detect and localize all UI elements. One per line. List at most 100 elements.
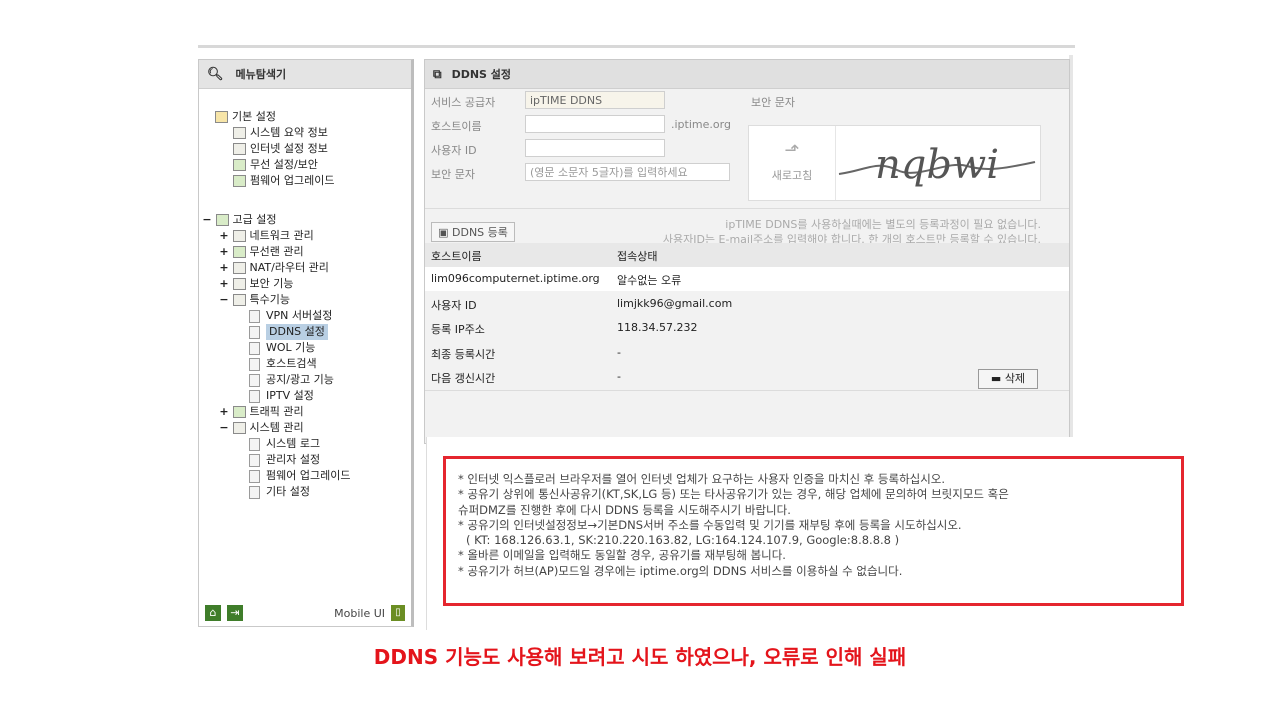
logout-icon[interactable]: ⇥ (227, 605, 243, 621)
panel-title: DDNS 설정 (451, 68, 512, 81)
home-icon[interactable]: ⌂ (205, 605, 221, 621)
slide-caption: DDNS 기능도 사용해 보려고 시도 하였으나, 오류로 인해 실패 (373, 645, 907, 669)
page-icon (249, 453, 260, 467)
tree-system-summary[interactable]: 시스템 요약 정보 (233, 125, 328, 141)
note-item: * 올바른 이메일을 입력해도 동일할 경우, 공유기를 재부팅해 봅니다. (458, 548, 786, 563)
expand-icon[interactable]: + (219, 244, 229, 260)
tree-internet-info[interactable]: 인터넷 설정 정보 (233, 141, 328, 157)
note-item: 슈퍼DMZ를 진행한 후에 다시 DDNS 등록을 시도해주시기 바랍니다. (458, 502, 791, 517)
sidebar-footer: ⌂ ⇥ Mobile UI ▯ (199, 600, 411, 626)
captcha-text: nqbwi (875, 142, 999, 188)
wifi-icon (233, 159, 246, 171)
wifi-icon (232, 246, 246, 258)
tree-admin-settings[interactable]: 관리자 설정 (249, 452, 320, 468)
detail-next-renewal: 다음 갱신시간 - (431, 370, 621, 385)
status-cell: 알수없는 오류 (617, 274, 682, 287)
tree-firmware-upgrade[interactable]: 펌웨어 업그레이드 (233, 173, 334, 189)
page-icon (249, 357, 260, 371)
network-icon (232, 230, 246, 242)
table-row[interactable]: lim096computernet.iptime.org 알수없는 오류 (425, 267, 1069, 291)
userid-input[interactable] (525, 139, 665, 157)
chart-icon (233, 127, 246, 139)
tree-system-admin[interactable]: − 시스템 관리 (219, 420, 304, 436)
panel-header: ⧉ DDNS 설정 (425, 60, 1069, 89)
security-header-label: 보안 문자 (751, 96, 795, 109)
tree-network[interactable]: + 네트워크 관리 (219, 228, 314, 244)
hostname-suffix: .iptime.org (671, 118, 731, 131)
tree-iptv[interactable]: IPTV 설정 (249, 388, 314, 404)
note-item: ( KT: 168.126.63.1, SK:210.220.163.82, L… (466, 533, 900, 548)
monitor-icon (233, 143, 246, 155)
tree-wireless-lan[interactable]: + 무선랜 관리 (219, 244, 304, 260)
special-icon (232, 294, 246, 306)
note-item: * 인터넷 익스플로러 브라우저를 열어 인터넷 업체가 요구하는 사용자 인증… (458, 472, 946, 486)
refresh-button[interactable]: ⬏ 새로고침 (749, 126, 836, 200)
page-icon (249, 325, 260, 339)
hostname-label: 호스트이름 (431, 120, 482, 133)
window-icon: ⧉ (433, 66, 442, 81)
collapse-icon[interactable]: − (219, 292, 229, 308)
lock-icon (232, 278, 246, 290)
upgrade-icon (233, 175, 246, 187)
folder-icon (215, 111, 228, 123)
tree-wireless-security[interactable]: 무선 설정/보안 (233, 157, 318, 173)
router-icon (232, 262, 246, 274)
detail-last-registered: 최종 등록시간 - (431, 346, 621, 361)
sidebar-header: 🔍︎ 메뉴탐색기 (199, 60, 411, 89)
expand-icon[interactable]: + (219, 276, 229, 292)
userid-label: 사용자 ID (431, 144, 477, 157)
tree-security[interactable]: + 보안 기능 (219, 276, 293, 292)
captcha-image: nqbwi (838, 142, 1036, 188)
folder-icon (215, 214, 229, 226)
detail-ip: 등록 IP주소 118.34.57.232 (431, 321, 698, 336)
collapse-icon[interactable]: − (202, 212, 212, 228)
tree-advanced-settings[interactable]: − 고급 설정 (202, 212, 276, 228)
page-icon (249, 437, 260, 451)
sidebar-title: 메뉴탐색기 (235, 68, 287, 81)
magnifier-icon: 🔍︎ (207, 66, 224, 82)
phone-icon: ▯ (391, 605, 405, 621)
tree-basic-settings[interactable]: 기본 설정 (215, 109, 276, 125)
tree-misc-settings[interactable]: 기타 설정 (249, 484, 310, 500)
expand-icon[interactable]: + (219, 228, 229, 244)
ddns-register-button[interactable]: ▣ DDNS 등록 (431, 222, 515, 242)
tree-firmware[interactable]: 펌웨어 업그레이드 (249, 468, 350, 484)
tree-traffic[interactable]: + 트래픽 관리 (219, 404, 304, 420)
notes-list: * 인터넷 익스플로러 브라우저를 열어 인터넷 업체가 요구하는 사용자 인증… (446, 459, 1181, 579)
host-cell: lim096computernet.iptime.org (431, 272, 600, 285)
traffic-icon (232, 406, 246, 418)
notes-box: * 인터넷 익스플로러 브라우저를 열어 인터넷 업체가 요구하는 사용자 인증… (443, 456, 1184, 606)
tree-special[interactable]: − 특수기능 (219, 292, 290, 308)
note-item: * 공유기가 허브(AP)모드일 경우에는 iptime.org의 DDNS 서… (458, 563, 903, 578)
mobile-ui-link[interactable]: Mobile UI ▯ (334, 605, 405, 621)
refresh-icon: ⬏ (784, 140, 800, 161)
hostname-input[interactable] (525, 115, 665, 133)
ddns-panel: ⧉ DDNS 설정 서비스 공급자 ipTIME DDNS 호스트이름 .ipt… (424, 59, 1070, 444)
tree-wol[interactable]: WOL 기능 (249, 340, 315, 356)
tree-ddns-settings[interactable]: DDNS 설정 (249, 324, 328, 340)
expand-icon[interactable]: + (219, 260, 229, 276)
note-item: * 공유기의 인터넷설정정보→기본DNS서버 주소를 수동입력 및 기기를 재부… (458, 517, 962, 532)
tree-nat-router[interactable]: + NAT/라우터 관리 (219, 260, 329, 276)
note-item: * 공유기 상위에 통신사공유기(KT,SK,LG 등) 또는 타사공유기가 있… (458, 487, 1009, 502)
page-icon (249, 373, 260, 387)
tree-host-search[interactable]: 호스트검색 (249, 356, 317, 372)
security-text-label: 보안 문자 (431, 168, 475, 181)
delete-button[interactable]: ▬ 삭제 (978, 369, 1038, 389)
page-icon (249, 485, 260, 499)
page-icon (249, 469, 260, 483)
expand-icon[interactable]: + (219, 404, 229, 420)
menu-explorer-sidebar: 🔍︎ 메뉴탐색기 기본 설정 시스템 요약 정보 인터넷 설정 정보 무선 설정… (198, 59, 414, 627)
provider-label: 서비스 공급자 (431, 96, 496, 109)
host-table-header: 호스트이름 접속상태 (425, 243, 1069, 267)
tree-system-log[interactable]: 시스템 로그 (249, 436, 320, 452)
collapse-icon[interactable]: − (219, 420, 229, 436)
security-text-input[interactable]: (영문 소문자 5글자)를 입력하세요 (525, 163, 730, 181)
tree-notice-ads[interactable]: 공지/광고 기능 (249, 372, 334, 388)
detail-userid: 사용자 ID limjkk96@gmail.com (431, 297, 733, 312)
page-icon (249, 309, 260, 323)
provider-field: ipTIME DDNS (525, 91, 665, 109)
chart-icon (232, 422, 246, 434)
page-icon (249, 341, 260, 355)
tree-vpn-server[interactable]: VPN 서버설정 (249, 308, 332, 324)
